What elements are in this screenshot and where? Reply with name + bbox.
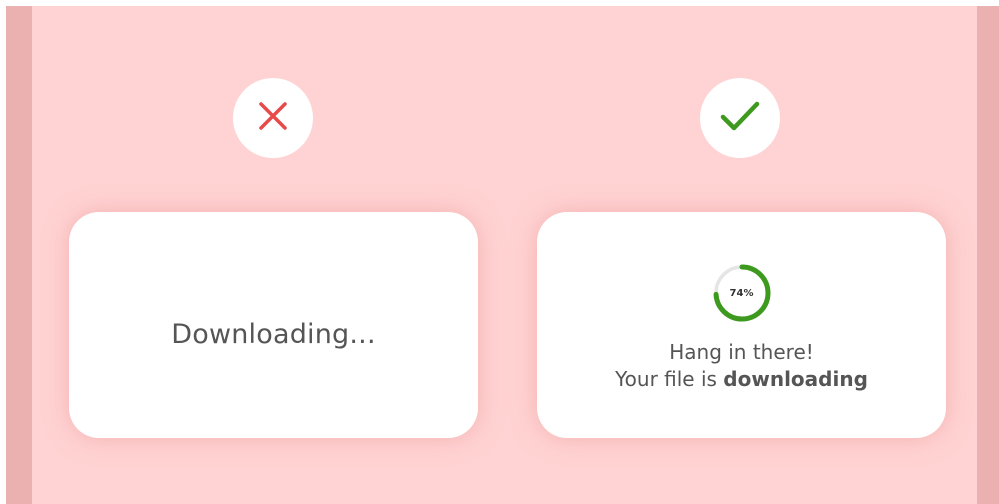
comparison-panel: Downloading... 74% Hang in there! Your f…	[0, 0, 999, 504]
bad-example-badge	[233, 78, 313, 158]
download-message: Hang in there! Your file is downloading	[615, 339, 868, 393]
progress-percent-label: 74%	[729, 287, 754, 299]
bad-example-card: Downloading...	[69, 212, 478, 438]
left-border-highlight	[0, 0, 6, 504]
good-example-badge	[700, 78, 780, 158]
progress-ring: 74%	[712, 263, 772, 323]
message-line-2: Your file is downloading	[615, 366, 868, 393]
message-line-1: Hang in there!	[669, 340, 814, 364]
message-line-2-bold: downloading	[723, 367, 868, 391]
right-border	[977, 0, 999, 504]
close-icon	[256, 99, 290, 137]
good-example-card: 74% Hang in there! Your file is download…	[537, 212, 946, 438]
message-line-2-prefix: Your file is	[615, 367, 724, 391]
downloading-text: Downloading...	[171, 318, 376, 350]
checkmark-icon	[718, 98, 762, 138]
top-border	[0, 0, 999, 6]
